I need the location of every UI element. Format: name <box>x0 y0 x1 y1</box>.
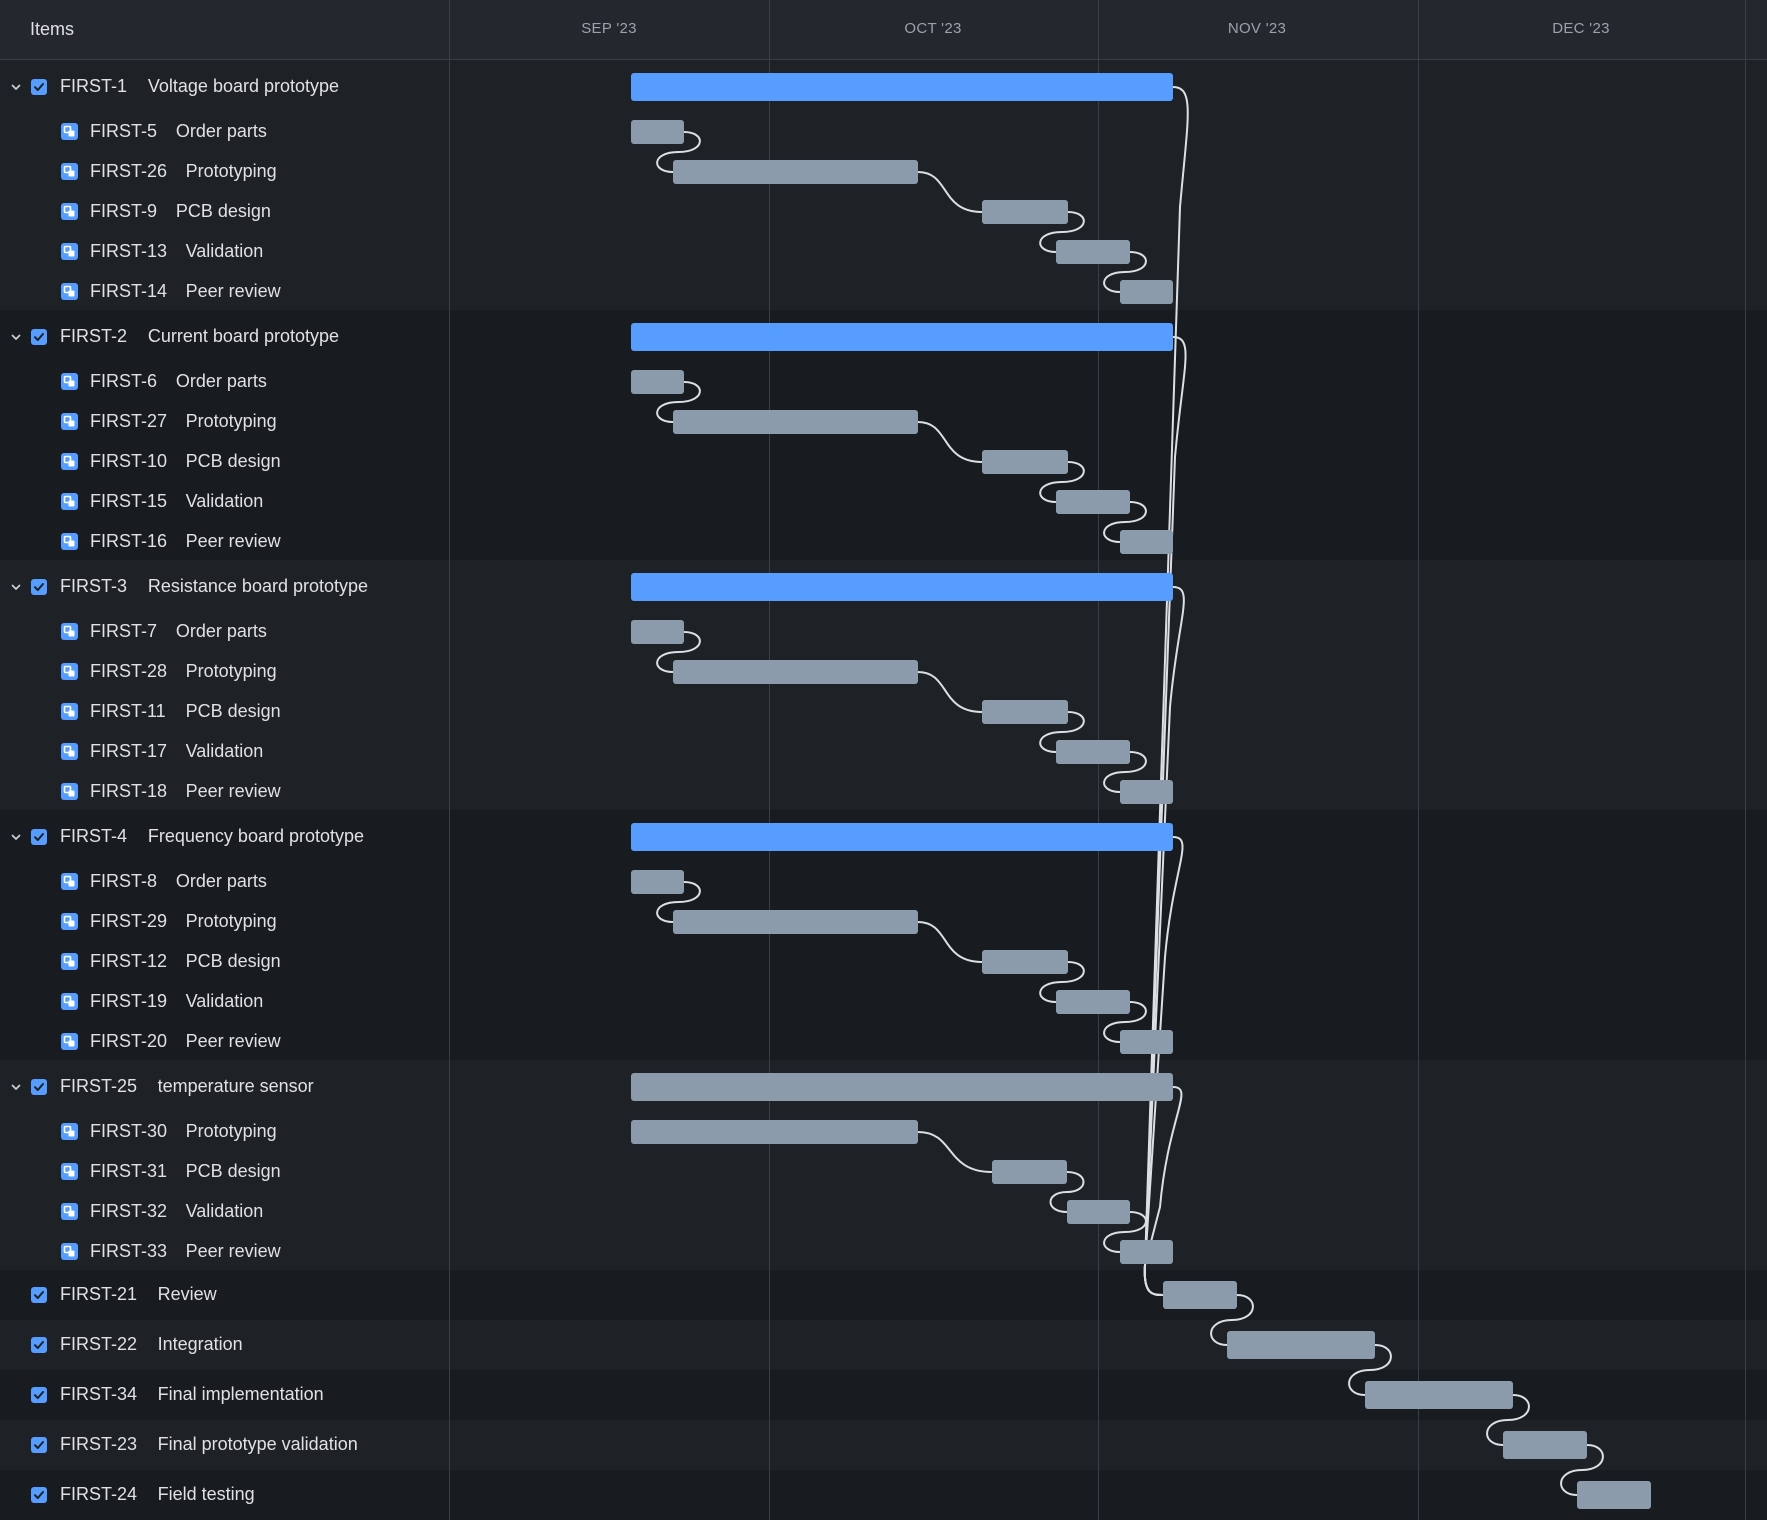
epic-bar[interactable] <box>631 73 1173 101</box>
epic-bar[interactable] <box>631 323 1173 351</box>
subtask-bar[interactable] <box>673 660 918 684</box>
subtask-bar[interactable] <box>992 1160 1067 1184</box>
subtask-bar[interactable] <box>673 160 918 184</box>
subtask-bar[interactable] <box>631 1120 918 1144</box>
subtask-bar[interactable] <box>1056 240 1130 264</box>
subtask-bar[interactable] <box>982 700 1068 724</box>
task-bar[interactable] <box>1577 1481 1651 1509</box>
task-bar[interactable] <box>1163 1281 1237 1309</box>
epic-bar[interactable] <box>631 823 1173 851</box>
subtask-bar[interactable] <box>1056 740 1130 764</box>
subtask-bar[interactable] <box>1067 1200 1130 1224</box>
dependency-link <box>917 921 983 963</box>
gantt-chart <box>631 73 1651 1509</box>
dependency-link <box>917 1131 993 1173</box>
subtask-bar[interactable] <box>982 450 1068 474</box>
subtask-bar[interactable] <box>1120 280 1173 304</box>
subtask-bar[interactable] <box>1056 990 1130 1014</box>
subtask-bar[interactable] <box>1056 490 1130 514</box>
task-bar[interactable] <box>1227 1331 1375 1359</box>
dependency-link <box>917 171 983 213</box>
task-bar[interactable] <box>1503 1431 1587 1459</box>
subtask-bar[interactable] <box>631 120 684 144</box>
dependency-link <box>917 421 983 463</box>
epic-bar[interactable] <box>631 1073 1173 1101</box>
dependency-link <box>917 671 983 713</box>
timeline-app: Items SEP '23 OCT '23 NOV '23 DEC '23 FI… <box>0 0 1767 1520</box>
subtask-bar[interactable] <box>1120 1030 1173 1054</box>
subtask-bar[interactable] <box>1120 780 1173 804</box>
timeline-bars <box>631 73 1651 1509</box>
dependency-link <box>1143 836 1184 1296</box>
epic-bar[interactable] <box>631 573 1173 601</box>
subtask-bar[interactable] <box>631 620 684 644</box>
subtask-bar[interactable] <box>982 200 1068 224</box>
subtask-bar[interactable] <box>982 950 1068 974</box>
subtask-bar[interactable] <box>1120 530 1173 554</box>
task-bar[interactable] <box>1365 1381 1513 1409</box>
subtask-bar[interactable] <box>1120 1240 1173 1264</box>
subtask-bar[interactable] <box>673 410 918 434</box>
subtask-bar[interactable] <box>631 870 684 894</box>
subtask-bar[interactable] <box>673 910 918 934</box>
subtask-bar[interactable] <box>631 370 684 394</box>
